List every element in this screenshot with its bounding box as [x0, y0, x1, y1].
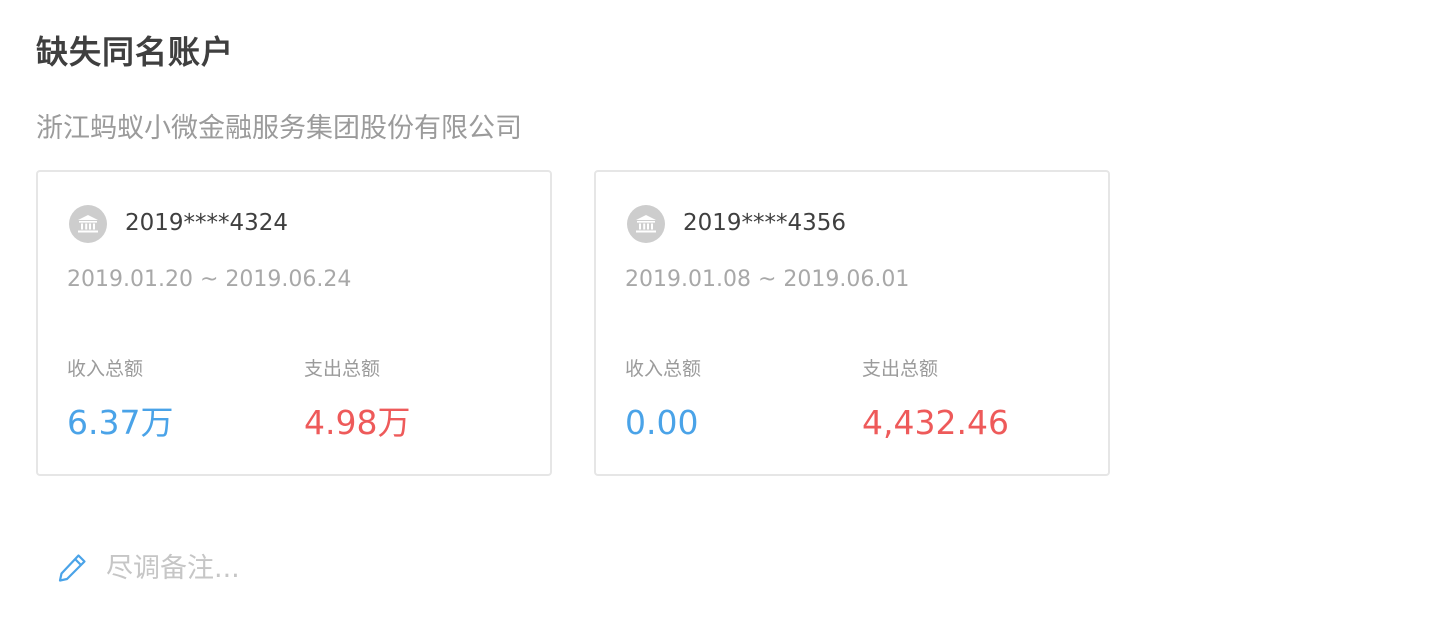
bank-icon	[627, 205, 665, 243]
income-stat: 收入总额 0.00	[625, 354, 701, 444]
date-range: 2019.01.20 ~ 2019.06.24	[67, 267, 352, 292]
expense-label: 支出总额	[304, 358, 381, 380]
page: 缺失同名账户 浙江蚂蚁小微金融服务集团股份有限公司 2019****4324 2…	[0, 0, 1443, 640]
date-range: 2019.01.08 ~ 2019.06.01	[625, 267, 910, 292]
income-label: 收入总额	[67, 358, 144, 380]
account-number: 2019****4324	[125, 210, 289, 236]
account-card[interactable]: 2019****4324 2019.01.20 ~ 2019.06.24 收入总…	[36, 170, 552, 476]
account-card-list: 2019****4324 2019.01.20 ~ 2019.06.24 收入总…	[36, 170, 1110, 476]
account-number: 2019****4356	[683, 210, 847, 236]
expense-stat: 支出总额 4,432.46	[862, 354, 1009, 444]
expense-value: 4.98万	[304, 403, 411, 442]
diligence-note-row[interactable]	[56, 545, 706, 591]
page-title: 缺失同名账户	[36, 33, 235, 71]
income-value: 0.00	[625, 403, 699, 442]
pencil-icon	[58, 554, 86, 582]
expense-label: 支出总额	[862, 358, 939, 380]
expense-stat: 支出总额 4.98万	[304, 354, 410, 444]
bank-icon	[69, 205, 107, 243]
company-name: 浙江蚂蚁小微金融服务集团股份有限公司	[36, 113, 522, 144]
account-card[interactable]: 2019****4356 2019.01.08 ~ 2019.06.01 收入总…	[594, 170, 1110, 476]
income-stat: 收入总额 6.37万	[67, 354, 173, 444]
expense-value: 4,432.46	[862, 403, 1009, 442]
income-value: 6.37万	[67, 403, 174, 442]
diligence-note-input[interactable]	[106, 552, 706, 584]
income-label: 收入总额	[625, 358, 702, 380]
